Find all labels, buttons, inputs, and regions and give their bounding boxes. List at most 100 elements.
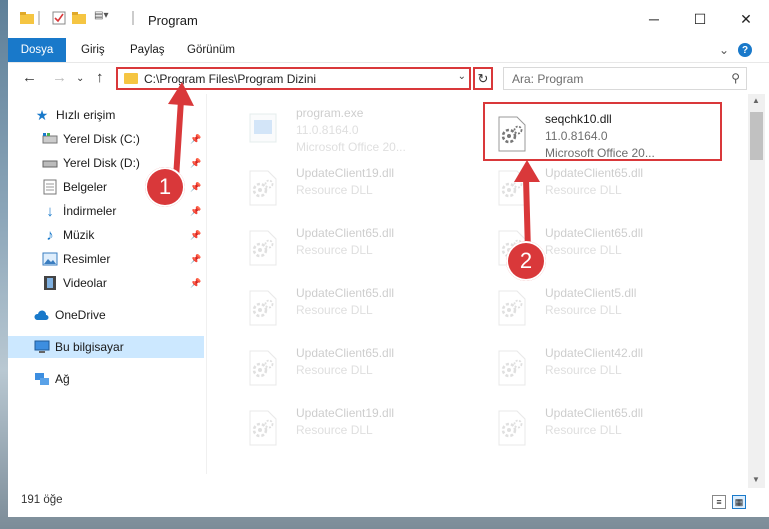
file-detail: Resource DLL <box>296 303 373 317</box>
maximize-button[interactable]: ☐ <box>677 0 723 38</box>
file-name: program.exe <box>296 106 364 120</box>
file-item[interactable]: program.exe 11.0.8164.0 Microsoft Office 2… <box>218 100 458 154</box>
file-item[interactable]: UpdateClient19.dll Resource DLL <box>218 400 458 452</box>
search-icon: ⚲ <box>731 71 740 85</box>
vertical-scrollbar[interactable]: ▲ ▼ <box>748 94 765 488</box>
scrollbar-thumb[interactable] <box>750 112 763 160</box>
file-detail: Resource DLL <box>545 303 622 317</box>
tab-file[interactable]: Dosya <box>8 38 66 62</box>
sidebar-item-label: Videolar <box>63 276 107 290</box>
pin-icon[interactable]: 📌 <box>190 206 201 217</box>
file-name: UpdateClient65.dll <box>296 346 395 360</box>
tab-home[interactable]: Giriş <box>81 38 105 62</box>
sidebar-item-quick-access[interactable]: ★ Hızlı erişim <box>8 104 204 126</box>
new-folder-icon[interactable] <box>72 11 86 25</box>
address-bar[interactable]: C:\Program Files\Program Dizini ⌄ <box>116 67 471 90</box>
forward-arrow-icon[interactable]: → <box>52 69 67 86</box>
pin-icon[interactable]: 📌 <box>190 278 201 289</box>
search-placeholder: Ara: Program <box>512 72 584 86</box>
expand-ribbon-icon[interactable]: ⌄ <box>716 42 732 58</box>
title-bar: ▤▾ Program ─ ☐ ✕ <box>8 0 769 38</box>
sidebar-item-this-pc[interactable]: Bu bilgisayar <box>8 336 204 358</box>
customize-quick-access-icon[interactable]: ▤▾ <box>94 10 118 24</box>
chevron-down-icon[interactable]: ⌄ <box>458 71 466 82</box>
recent-locations-icon[interactable]: ⌄ <box>76 73 84 84</box>
video-icon <box>42 275 58 291</box>
file-detail: Resource DLL <box>296 183 373 197</box>
sidebar-item-label: Müzik <box>63 228 95 242</box>
pin-icon[interactable]: 📌 <box>190 254 201 265</box>
sidebar-item-music[interactable]: ♪ Müzik 📌 <box>8 224 204 246</box>
file-item[interactable]: UpdateClient65.dll Resource DLL <box>218 280 458 332</box>
drive-icon <box>42 155 58 171</box>
minimize-button[interactable]: ─ <box>631 0 677 38</box>
pin-icon[interactable]: 📌 <box>190 134 201 145</box>
sidebar-item-label: Yerel Disk (C:) <box>63 132 140 146</box>
file-detail: Microsoft Office 20... <box>296 140 406 154</box>
file-item[interactable]: UpdateClient65.dll Resource DLL <box>218 340 458 392</box>
file-name: UpdateClient65.dll <box>545 166 644 180</box>
file-name: UpdateClient65.dll <box>296 226 395 240</box>
annotation-badge-1: 1 <box>145 167 185 207</box>
file-detail: Resource DLL <box>545 183 622 197</box>
file-item[interactable]: UpdateClient65.dll Resource DLL <box>467 220 707 272</box>
pin-icon[interactable]: 📌 <box>190 230 201 241</box>
sidebar-item-label: Bu bilgisayar <box>55 340 124 354</box>
divider <box>132 11 134 25</box>
drive-icon <box>42 131 58 147</box>
file-name: UpdateClient19.dll <box>296 166 395 180</box>
file-name: UpdateClient65.dll <box>545 406 644 420</box>
sidebar-item-label: OneDrive <box>55 308 106 322</box>
file-item[interactable]: UpdateClient65.dll Resource DLL <box>218 220 458 272</box>
properties-icon[interactable] <box>52 11 66 25</box>
details-view-icon[interactable]: ≡ <box>712 495 726 509</box>
scroll-down-icon[interactable]: ▼ <box>752 475 760 484</box>
sidebar-item-videos[interactable]: Videolar 📌 <box>8 272 204 294</box>
navigation-pane: ★ Hızlı erişim Yerel Disk (C:) 📌 Yerel D… <box>8 94 206 488</box>
file-name: UpdateClient65.dll <box>296 286 395 300</box>
refresh-button[interactable]: ↻ <box>473 67 493 90</box>
tab-view[interactable]: Görünüm <box>187 38 235 62</box>
file-item[interactable]: UpdateClient19.dll Resource DLL <box>218 160 458 212</box>
file-detail: Resource DLL <box>296 243 373 257</box>
sidebar-item-label: Resimler <box>63 252 111 266</box>
dll-gear-icon <box>246 410 280 446</box>
address-path: C:\Program Files\Program Dizini <box>144 72 317 86</box>
sidebar-item-network[interactable]: Ağ <box>8 368 204 390</box>
folder-icon <box>20 11 34 25</box>
dll-gear-icon <box>246 290 280 326</box>
tab-share[interactable]: Paylaş <box>130 38 165 62</box>
search-input[interactable]: Ara: Program ⚲ <box>503 67 747 90</box>
file-item[interactable]: UpdateClient42.dll Resource DLL <box>467 340 707 392</box>
dll-gear-icon <box>495 170 529 206</box>
dll-gear-icon <box>495 350 529 386</box>
navigation-bar: ← → ⌄ ↑ C:\Program Files\Program Dizini … <box>8 62 769 95</box>
network-icon <box>34 371 50 387</box>
file-item[interactable]: UpdateClient5.dll Resource DLL <box>467 280 707 332</box>
file-detail: Resource DLL <box>545 243 622 257</box>
tiles-view-icon[interactable]: ▦ <box>732 495 746 509</box>
pin-icon[interactable]: 📌 <box>190 158 201 169</box>
divider <box>206 94 207 474</box>
item-count: 191 öğe <box>21 494 63 506</box>
explorer-window: ▤▾ Program ─ ☐ ✕ Dosya Giriş Paylaş Görü… <box>8 0 769 517</box>
file-detail: Resource DLL <box>296 423 373 437</box>
back-arrow-icon[interactable]: ← <box>22 69 37 86</box>
music-icon: ♪ <box>46 226 54 244</box>
file-detail: Resource DLL <box>545 423 622 437</box>
sidebar-item-label: İndirmeler <box>63 204 117 218</box>
refresh-icon: ↻ <box>477 70 489 86</box>
star-icon: ★ <box>35 106 49 123</box>
file-item[interactable]: UpdateClient65.dll Resource DLL <box>467 160 707 212</box>
file-name: UpdateClient65.dll <box>545 226 644 240</box>
pin-icon[interactable]: 📌 <box>190 182 201 193</box>
sidebar-item-onedrive[interactable]: OneDrive <box>8 304 204 326</box>
close-button[interactable]: ✕ <box>723 0 769 38</box>
file-name: UpdateClient19.dll <box>296 406 395 420</box>
file-item[interactable]: UpdateClient65.dll Resource DLL <box>467 400 707 452</box>
help-icon[interactable]: ? <box>738 43 752 57</box>
scroll-up-icon[interactable]: ▲ <box>752 96 760 105</box>
sidebar-item-pictures[interactable]: Resimler 📌 <box>8 248 204 270</box>
up-arrow-icon[interactable]: ↑ <box>96 69 104 86</box>
sidebar-item-disk-c[interactable]: Yerel Disk (C:) 📌 <box>8 128 204 150</box>
